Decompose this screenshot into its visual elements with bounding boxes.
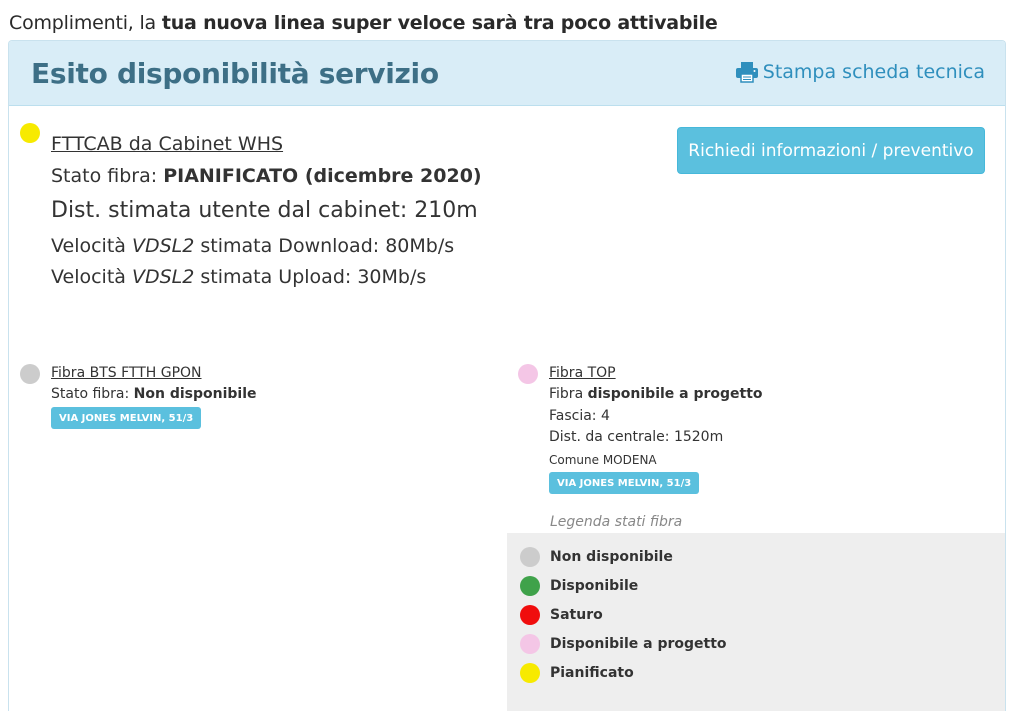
panel-header: Esito disponibilità servizio Stampa sche… xyxy=(9,41,1005,106)
legend-item-non-disponibile: Non disponibile xyxy=(520,546,673,568)
legend-label: Disponibile xyxy=(550,578,639,594)
legend-dot-red xyxy=(520,605,540,625)
print-label: Stampa scheda tecnica xyxy=(762,61,985,83)
panel-title: Esito disponibilità servizio xyxy=(31,57,439,90)
service-name-bts[interactable]: Fibra BTS FTTH GPON xyxy=(51,365,202,381)
upload-suffix: stimata Upload: 30Mb/s xyxy=(194,266,427,288)
fttcab-download: Velocità VDSL2 stimata Download: 80Mb/s xyxy=(51,235,454,257)
legend-item-saturo: Saturo xyxy=(520,604,603,626)
intro-message: Complimenti, la tua nuova linea super ve… xyxy=(9,12,718,34)
intro-bold: tua nuova linea super veloce sarà tra po… xyxy=(161,12,718,34)
legend-dot-grey xyxy=(520,547,540,567)
bts-stato: Stato fibra: Non disponibile xyxy=(51,386,257,402)
download-prefix: Velocità xyxy=(51,235,132,257)
legend-label: Pianificato xyxy=(550,665,634,681)
top-address-badge: VIA JONES MELVIN, 51/3 xyxy=(549,472,700,494)
fttcab-distance: Dist. stimata utente dal cabinet: 210m xyxy=(51,198,478,223)
legend-dot-yellow xyxy=(520,663,540,683)
top-stato-value: disponibile a progetto xyxy=(587,386,763,402)
fttcab-stato: Stato fibra: PIANIFICATO (dicembre 2020) xyxy=(51,165,482,187)
bts-address-badge: VIA JONES MELVIN, 51/3 xyxy=(51,407,202,429)
printer-icon xyxy=(735,62,758,83)
fttcab-upload: Velocità VDSL2 stimata Upload: 30Mb/s xyxy=(51,266,426,288)
availability-panel: Esito disponibilità servizio Stampa sche… xyxy=(8,40,1006,711)
service-name-fttcab[interactable]: FTTCAB da Cabinet WHS xyxy=(51,133,283,155)
legend-item-disponibile-a-progetto: Disponibile a progetto xyxy=(520,633,727,655)
service-name-top[interactable]: Fibra TOP xyxy=(549,365,616,381)
legend-title: Legenda stati fibra xyxy=(550,514,683,530)
request-info-button[interactable]: Richiedi informazioni / preventivo xyxy=(677,127,985,174)
legend-label: Saturo xyxy=(550,607,603,623)
fttcab-stato-value: PIANIFICATO (dicembre 2020) xyxy=(163,165,482,187)
upload-tech: VDSL2 xyxy=(131,266,195,288)
download-suffix: stimata Download: 80Mb/s xyxy=(194,235,455,257)
intro-prefix: Complimenti, la xyxy=(9,12,162,34)
top-distance: Dist. da centrale: 1520m xyxy=(549,429,724,445)
status-dot-pianificato xyxy=(20,123,40,143)
bts-stato-label: Stato fibra: xyxy=(51,386,134,402)
top-stato-label: Fibra xyxy=(549,386,588,402)
legend-label: Non disponibile xyxy=(550,549,673,565)
status-dot-non-disponibile xyxy=(20,364,40,384)
legend-dot-pink xyxy=(520,634,540,654)
top-comune: Comune MODENA xyxy=(549,453,657,467)
download-tech: VDSL2 xyxy=(131,235,195,257)
upload-prefix: Velocità xyxy=(51,266,132,288)
status-dot-disponibile-a-progetto xyxy=(518,364,538,384)
fttcab-stato-label: Stato fibra: xyxy=(51,165,164,187)
print-datasheet-link[interactable]: Stampa scheda tecnica xyxy=(735,61,985,83)
legend-box: Non disponibile Disponibile Saturo Dispo… xyxy=(507,533,1005,711)
legend-item-disponibile: Disponibile xyxy=(520,575,638,597)
bts-stato-value: Non disponibile xyxy=(133,386,257,402)
legend-label: Disponibile a progetto xyxy=(550,636,727,652)
legend-item-pianificato: Pianificato xyxy=(520,662,634,684)
top-stato: Fibra disponibile a progetto xyxy=(549,386,763,402)
top-fascia: Fascia: 4 xyxy=(549,408,610,424)
legend-dot-green xyxy=(520,576,540,596)
